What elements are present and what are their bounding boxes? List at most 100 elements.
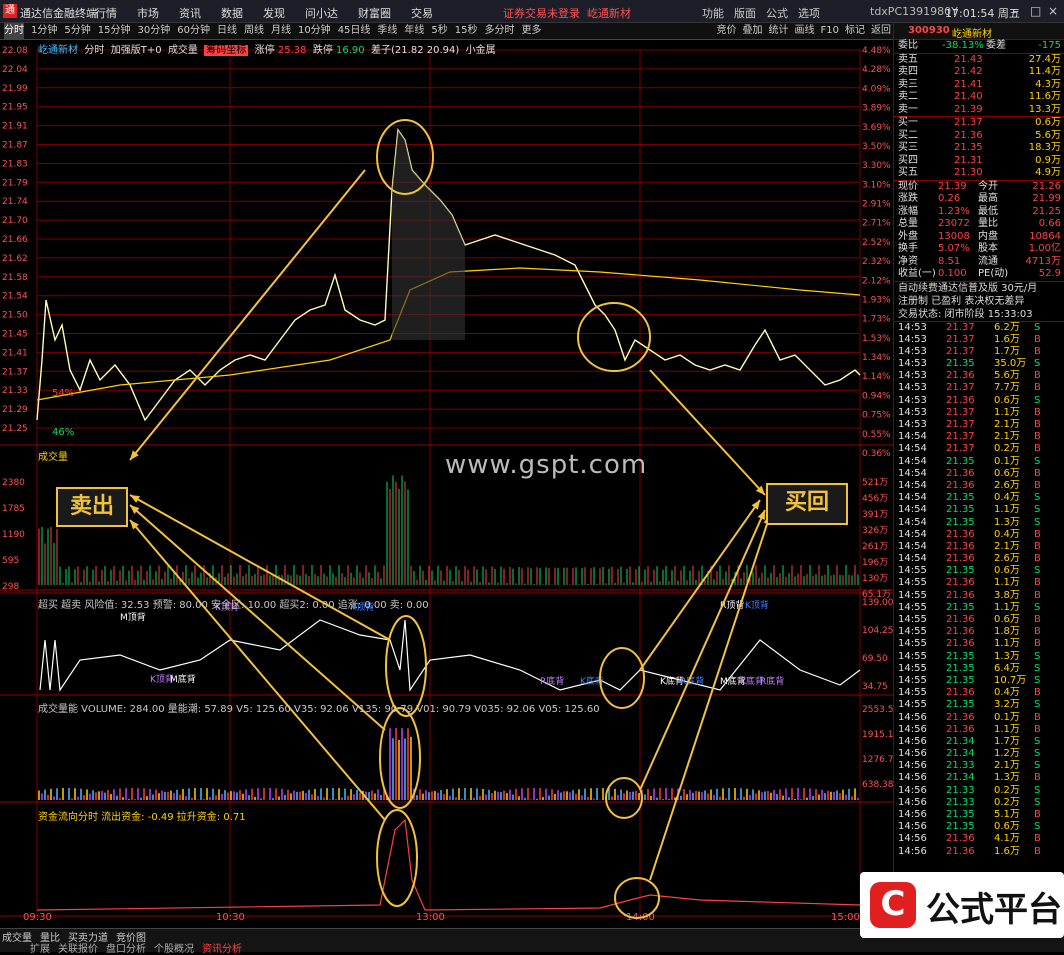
tick-list[interactable]: 14:53 21.37 6.2万 S 14:53 21.37 1.6万 B 14:53 21.37… — [894, 322, 1064, 858]
price-area — [392, 130, 465, 340]
bids-row[interactable]: 买三 21.35 18.3万 — [894, 142, 1064, 155]
vol-tick-right: 521万 — [862, 478, 888, 488]
period-4[interactable]: 30分钟 — [137, 23, 170, 39]
menu-quotes[interactable]: 行情 — [95, 7, 117, 20]
period-0[interactable]: 分时 — [4, 23, 24, 39]
bottom-tab-0[interactable]: 成交量 — [2, 933, 32, 944]
asks-row[interactable]: 卖二 21.40 11.6万 — [894, 91, 1064, 104]
pct-tick: 1.34% — [862, 353, 891, 363]
menu-news[interactable]: 资讯 — [179, 7, 201, 20]
login-warning[interactable]: 证券交易未登录 屹通新材 — [503, 5, 631, 21]
price-tick: 21.70 — [2, 216, 28, 226]
tool-0[interactable]: 竞价 — [717, 23, 737, 39]
intraday-chart[interactable]: 22.08 22.04 21.99 21.95 21.91 21.87 21.83 21.79… — [0, 40, 893, 922]
annotation-arrow — [639, 499, 761, 671]
bids-row[interactable]: 买二 21.36 5.6万 — [894, 130, 1064, 143]
asks-row[interactable]: 卖三 21.41 4.3万 — [894, 79, 1064, 92]
pct-tick: 3.30% — [862, 161, 891, 171]
bottom-tab2-1[interactable]: 关联报价 — [58, 944, 98, 955]
menu-trade[interactable]: 交易 — [411, 7, 433, 20]
time-tick: 13:00 — [416, 912, 445, 922]
price-tick: 21.62 — [2, 254, 28, 264]
bottom-highlight[interactable]: 资讯分析 — [202, 944, 242, 955]
asks-row[interactable]: 卖一 21.39 13.3万 — [894, 104, 1064, 117]
tool-6[interactable]: 返回 — [871, 23, 891, 39]
period-12[interactable]: 年线 — [404, 23, 424, 39]
tool-2[interactable]: 统计 — [769, 23, 789, 39]
message-3: 交易状态: 闭市阶段 15:33:03 — [898, 308, 1033, 320]
close-button[interactable]: × — [1048, 4, 1058, 18]
weibi-row: 委比 -38.13% 委差 -175 — [898, 40, 1061, 51]
period-7[interactable]: 周线 — [244, 23, 264, 39]
menu-formula[interactable]: 公式 — [766, 7, 788, 20]
tool-3[interactable]: 画线 — [795, 23, 815, 39]
chart-area[interactable]: 22.08 22.04 21.99 21.95 21.91 21.87 21.83 21.79… — [0, 40, 893, 922]
maximize-button[interactable]: □ — [1030, 4, 1041, 18]
tool-4[interactable]: F10 — [821, 23, 839, 39]
period-13[interactable]: 5秒 — [431, 23, 447, 39]
tool-1[interactable]: 叠加 — [743, 23, 763, 39]
message-1[interactable]: 自动续费通达信普及版 30元/月 — [894, 282, 1064, 295]
time-tick: 15:00 — [831, 912, 860, 922]
asks-row[interactable]: 卖四 21.42 11.4万 — [894, 66, 1064, 79]
period-14[interactable]: 15秒 — [455, 23, 478, 39]
period-16[interactable]: 更多 — [522, 23, 542, 39]
menu-market[interactable]: 市场 — [137, 7, 159, 20]
period-10[interactable]: 45日线 — [338, 23, 371, 39]
pct-tick: 3.69% — [862, 123, 891, 133]
indicator2-header: 成交量能 VOLUME: 284.00 量能潮: 57.89 V5: 125.6… — [38, 704, 600, 715]
tick-row: 14:56 21.33 0.2万 S — [898, 796, 1041, 808]
bottom-tab2-0[interactable]: 扩展 — [30, 944, 50, 955]
menu-function[interactable]: 功能 — [702, 7, 724, 20]
period-5[interactable]: 60分钟 — [177, 23, 210, 39]
period-6[interactable]: 日线 — [217, 23, 237, 39]
annotation-circle — [376, 809, 418, 907]
pct-tick: 0.55% — [862, 430, 891, 440]
bids-row[interactable]: 买一 21.37 0.6万 — [894, 117, 1064, 130]
bid-list: 买一 21.37 0.6万 买二 21.36 5.6万 买三 21.35 18.3万 买四 21.3… — [894, 117, 1064, 180]
menu-layout[interactable]: 版面 — [734, 7, 756, 20]
bids-row[interactable]: 买四 21.31 0.9万 — [894, 155, 1064, 168]
vol-tick-right: 196万 — [862, 558, 888, 568]
period-3[interactable]: 15分钟 — [98, 23, 131, 39]
menu-data[interactable]: 数据 — [221, 7, 243, 20]
tool-5[interactable]: 标记 — [845, 23, 865, 39]
pct-tick: 1.53% — [862, 334, 891, 344]
bottom-tab2-2[interactable]: 盘口分析 — [106, 944, 146, 955]
price-tick: 21.99 — [2, 84, 28, 94]
ind1-tick: 139.00 — [862, 598, 893, 608]
stat-row: 净资 8.51 流通 4713万 — [898, 255, 1061, 267]
clock: 17:01:54 周五 — [945, 7, 1020, 20]
period-9[interactable]: 10分钟 — [298, 23, 331, 39]
pct-tick: 3.89% — [862, 104, 891, 114]
period-11[interactable]: 季线 — [377, 23, 397, 39]
minimize-button[interactable]: – — [1013, 4, 1019, 18]
period-1[interactable]: 1分钟 — [31, 23, 57, 39]
bottom-tab2-3[interactable]: 个股概况 — [154, 944, 194, 955]
bids-row[interactable]: 买五 21.30 4.9万 — [894, 167, 1064, 180]
asks-row[interactable]: 卖五 21.43 27.4万 — [894, 54, 1064, 67]
stock-code: 300930 — [908, 25, 950, 36]
pct-tick: 0.94% — [862, 391, 891, 401]
menu-options[interactable]: 选项 — [798, 7, 820, 20]
menu-ask[interactable]: 问小达 — [305, 7, 338, 20]
vol-tick-right: 391万 — [862, 510, 888, 520]
annotation-circle — [599, 647, 645, 709]
menu-wealth[interactable]: 财富圈 — [358, 7, 391, 20]
tick-row: 14:56 21.36 0.1万 B — [898, 711, 1041, 723]
period-8[interactable]: 月线 — [271, 23, 291, 39]
stats-list: 现价 21.39 今开 21.26 涨跌 0.26 最高 21.99 涨幅 1.23% 最低 21.2… — [894, 181, 1064, 281]
quote-header: 300930 屹通新材 — [894, 23, 1064, 40]
app-title: 通达信金融终端 — [20, 7, 97, 20]
period-15[interactable]: 多分时 — [485, 23, 515, 39]
chart-tools: 竞价 叠加 统计 画线 F10 标记 返回 — [711, 23, 891, 39]
stat-row: 外盘 13008 内盘 10864 — [898, 230, 1061, 242]
price-tick: 21.54 — [2, 292, 28, 302]
ind1-tick: 34.75 — [862, 682, 888, 692]
indicator1-header: 超买 超卖 风险值: 32.53 预警: 80.00 安全区: 10.00 超买… — [38, 600, 429, 611]
divergence-label: K底背 — [740, 675, 764, 687]
menu-discover[interactable]: 发现 — [263, 7, 285, 20]
period-2[interactable]: 5分钟 — [64, 23, 90, 39]
tick-row: 14:56 21.35 5.1万 B — [898, 809, 1041, 820]
time-tick: 09:30 — [23, 912, 52, 922]
